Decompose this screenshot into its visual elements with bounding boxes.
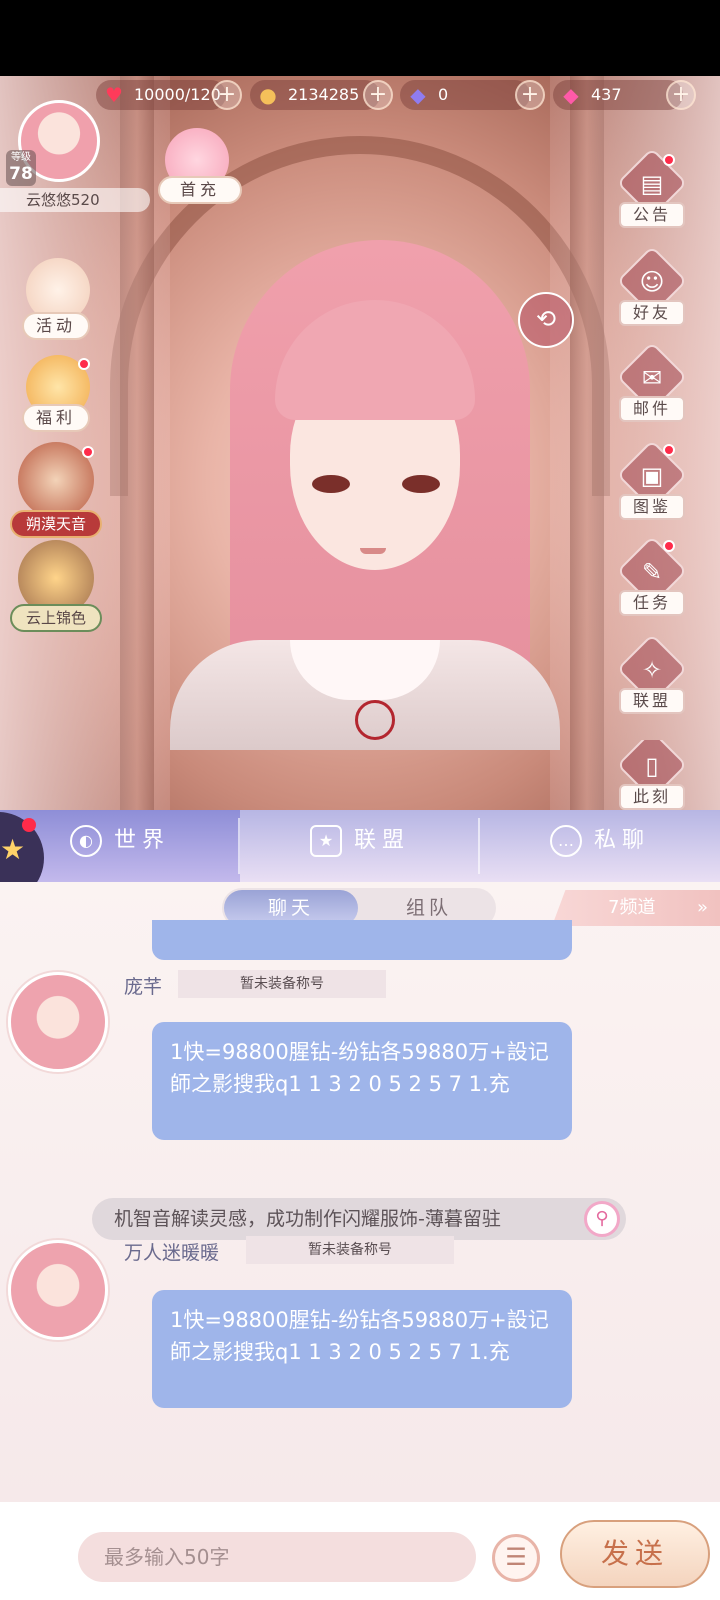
event-yunshang-button[interactable]: 云上锦色 <box>10 604 102 632</box>
moment-label: 此刻 <box>619 784 685 810</box>
alliance-label: 联盟 <box>619 688 685 714</box>
tasks-label: 任务 <box>619 590 685 616</box>
mail-button[interactable]: ✉ 邮件 <box>616 341 688 422</box>
character-ribbon <box>355 700 395 740</box>
shield-icon: ★ <box>309 825 342 857</box>
globe-icon: ◐ <box>69 825 102 857</box>
notification-dot <box>663 154 675 166</box>
star-icon: ★ <box>0 833 26 866</box>
character-mouth <box>360 548 386 554</box>
tasks-button[interactable]: ✎ 任务 <box>616 535 688 616</box>
add-gem-button[interactable]: + <box>666 80 696 110</box>
activity-button[interactable]: 活动 <box>22 312 90 340</box>
sender-title-tag: 暂未装备称号 <box>178 970 386 998</box>
notification-dot <box>78 358 90 370</box>
character-eye <box>402 475 440 493</box>
sender-name[interactable]: 万人迷暖暖 <box>124 1238 219 1265</box>
speech-bubble-icon: … <box>549 825 582 857</box>
add-diamond-button[interactable]: + <box>515 80 545 110</box>
level-value: 78 <box>9 164 33 184</box>
channel-selector[interactable]: 7频道 » <box>552 890 720 926</box>
alliance-icon: ✧ <box>641 656 663 684</box>
collection-icon: ▣ <box>640 462 664 490</box>
message-bubble[interactable]: 1快=98800腥钻-纷钻各59880万+設记師之影搜我q1 1 3 2 0 5… <box>152 1022 572 1140</box>
rotate-camera-icon[interactable]: ⟲ <box>518 292 574 348</box>
send-button[interactable]: 发送 <box>560 1520 710 1588</box>
diamond-value: 0 <box>438 85 449 104</box>
notice-board-icon: ▤ <box>640 170 664 198</box>
announcement-label: 公告 <box>619 202 685 228</box>
notification-dot <box>663 540 675 552</box>
chat-input[interactable] <box>78 1532 476 1582</box>
gold-counter: ● 2134285 <box>250 80 380 110</box>
add-stamina-button[interactable]: + <box>212 80 242 110</box>
first-charge-button[interactable]: 首充 <box>158 176 242 204</box>
list-menu-icon[interactable]: ☰ <box>492 1534 540 1582</box>
pink-gem-icon: ◆ <box>563 83 579 107</box>
tab-private[interactable]: … 私聊 <box>480 810 720 882</box>
moment-button[interactable]: ▯ 此刻 <box>617 740 687 810</box>
stamina-counter: ♥ 10000/120 <box>96 80 226 110</box>
message-bubble-partial <box>152 920 572 960</box>
mail-label: 邮件 <box>619 396 685 422</box>
cat-coin-icon: ● <box>259 83 277 107</box>
sender-name[interactable]: 庞芊 <box>124 972 162 999</box>
diamond-counter: ◆ 0 <box>400 80 530 110</box>
friend-icon: ☺ <box>639 268 665 296</box>
curtain-left <box>0 76 170 810</box>
chat-tab-bar: ◐ 世界 ★ 联盟 … 私聊 <box>0 810 720 882</box>
sender-title-tag: 暂未装备称号 <box>246 1236 454 1264</box>
player-level-badge: 等级 78 <box>6 150 36 186</box>
task-icon: ✎ <box>641 558 663 586</box>
notification-dot <box>22 818 36 832</box>
collection-button[interactable]: ▣ 图鉴 <box>616 439 688 520</box>
friends-button[interactable]: ☺ 好友 <box>616 245 688 326</box>
notification-dot <box>82 446 94 458</box>
announcement-button[interactable]: ▤ 公告 <box>616 147 688 228</box>
character-eye <box>312 475 350 493</box>
message-bubble[interactable]: 1快=98800腥钻-纷钻各59880万+設记師之影搜我q1 1 3 2 0 5… <box>152 1290 572 1408</box>
tab-alliance[interactable]: ★ 联盟 <box>240 810 480 882</box>
event-shuomo-button[interactable]: 朔漠天音 <box>10 510 102 538</box>
gold-value: 2134285 <box>288 85 360 104</box>
collection-label: 图鉴 <box>619 494 685 520</box>
sender-avatar[interactable] <box>8 1240 108 1340</box>
heart-icon: ♥ <box>105 83 123 107</box>
sender-avatar[interactable] <box>8 972 108 1072</box>
channel-label: 7频道 <box>608 897 656 918</box>
double-chevron-icon: » <box>696 897 708 918</box>
gem-value: 437 <box>591 85 622 104</box>
tab-world-label: 世界 <box>113 828 170 853</box>
system-message: 机智音解读灵感，成功制作闪耀服饰-薄暮留驻 <box>92 1198 626 1240</box>
mail-icon: ✉ <box>641 364 663 392</box>
add-gold-button[interactable]: + <box>363 80 393 110</box>
player-name: 云悠悠520 <box>0 188 150 212</box>
notification-dot <box>663 444 675 456</box>
magnifier-icon[interactable]: ⚲ <box>584 1201 620 1237</box>
tab-private-label: 私聊 <box>593 828 650 853</box>
phone-icon: ▯ <box>645 752 659 780</box>
level-label: 等级 <box>11 152 31 163</box>
stamina-value: 10000/120 <box>134 85 221 104</box>
friends-label: 好友 <box>619 300 685 326</box>
gem-counter: ◆ 437 <box>553 80 683 110</box>
welfare-button[interactable]: 福利 <box>22 404 90 432</box>
diamond-icon: ◆ <box>410 83 426 107</box>
alliance-button[interactable]: ✧ 联盟 <box>616 633 688 714</box>
tab-alliance-label: 联盟 <box>353 828 410 853</box>
